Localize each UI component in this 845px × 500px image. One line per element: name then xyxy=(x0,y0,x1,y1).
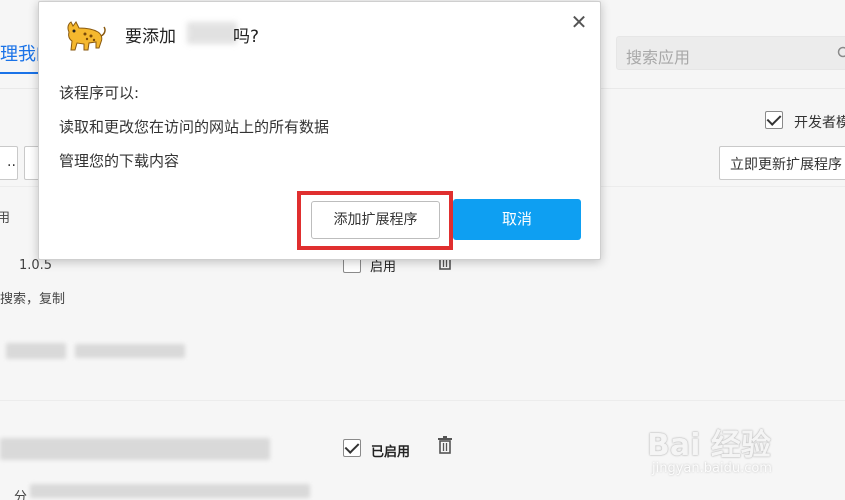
title-underline xyxy=(0,72,42,74)
extension-version: 1.0.5 xyxy=(19,258,53,273)
section-label: 用 xyxy=(0,211,11,226)
blurred-extension-name xyxy=(0,438,270,460)
search-icon[interactable] xyxy=(837,46,845,60)
extension-divider xyxy=(0,400,845,401)
blurred-extension-name xyxy=(187,22,237,44)
dialog-title-suffix: 吗? xyxy=(233,27,260,47)
trash-icon[interactable] xyxy=(437,436,453,454)
search-placeholder: 搜索应用 xyxy=(626,48,691,67)
watermark-logo: Bai 经验 xyxy=(647,428,771,463)
cheetah-icon xyxy=(67,21,106,51)
extension-2-enable-checkbox[interactable] xyxy=(343,439,361,457)
blurred-text xyxy=(6,343,66,359)
update-extensions-button[interactable]: 立即更新扩展程序 xyxy=(719,146,845,180)
blurred-text xyxy=(75,344,185,358)
toolbar-button-1[interactable]: ... xyxy=(0,146,18,180)
extension-2-enable-label: 已启用 xyxy=(371,445,411,460)
watermark-url: jingyan.baidu.com xyxy=(652,461,772,476)
developer-mode-checkbox[interactable] xyxy=(765,111,783,129)
permission-item: 管理您的下载内容 xyxy=(59,152,180,170)
extension-description: 搜索，复制 xyxy=(0,292,66,307)
partial-text: 分 xyxy=(14,490,28,500)
add-extension-button[interactable]: 添加扩展程序 xyxy=(311,201,440,239)
permissions-heading: 该程序可以: xyxy=(59,84,140,102)
cancel-button[interactable]: 取消 xyxy=(453,199,581,240)
blurred-description xyxy=(30,484,310,498)
close-button[interactable]: ✕ xyxy=(567,10,591,34)
dialog-title: 要添加 xyxy=(125,27,176,47)
add-extension-dialog: 要添加 吗? ✕ 该程序可以: 读取和更改您在访问的网站上的所有数据 管理您的下… xyxy=(38,1,601,260)
permission-item: 读取和更改您在访问的网站上的所有数据 xyxy=(59,118,330,136)
developer-mode-label: 开发者模 xyxy=(794,115,845,131)
search-input[interactable]: 搜索应用 xyxy=(616,36,845,70)
